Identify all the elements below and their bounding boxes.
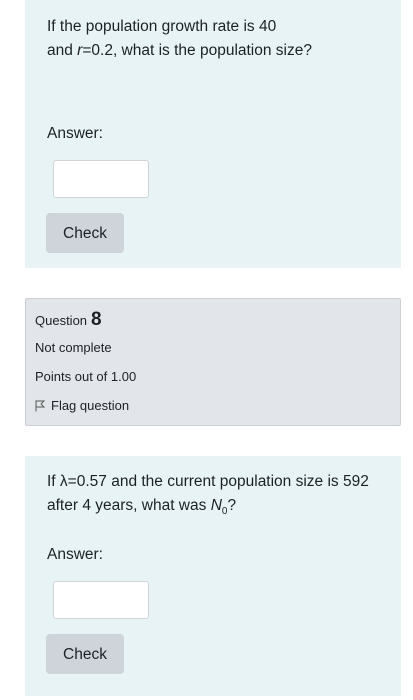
question-7-text: If the population growth rate is 40 and … <box>47 15 383 63</box>
question-grade: Points out of 1.00 <box>35 369 137 384</box>
variable-n: N <box>210 497 222 514</box>
question-7-check-button[interactable]: Check <box>46 213 124 253</box>
question-7-text-line1: If the population growth rate is 40 <box>47 18 277 35</box>
question-8-text-mid: =0.57 and the current population size is… <box>47 473 369 514</box>
question-state: Not complete <box>35 340 112 355</box>
question-8-answer-input[interactable] <box>53 581 149 619</box>
question-7-content: If the population growth rate is 40 and … <box>25 0 401 268</box>
question-8-text-end: ? <box>227 497 237 514</box>
flag-question-link[interactable]: Flag question <box>35 398 129 413</box>
question-8-check-button[interactable]: Check <box>46 634 124 674</box>
question-8-text-pre: If <box>47 473 60 490</box>
question-label: Question <box>35 313 88 328</box>
question-7-text-line2-pre: and <box>47 42 78 59</box>
question-7-text-line2-post: =0.2, what is the population size? <box>82 42 312 59</box>
question-7-answer-label: Answer: <box>47 125 103 142</box>
lambda-symbol: λ <box>59 473 68 490</box>
question-8-content: If λ=0.57 and the current population siz… <box>25 456 401 696</box>
question-number-value: 8 <box>91 309 102 330</box>
question-number: Question 8 <box>35 309 102 331</box>
flag-question-label: Flag question <box>51 398 130 413</box>
question-8-info-panel: Question 8 Not complete Points out of 1.0… <box>25 298 401 426</box>
question-8-answer-label: Answer: <box>47 546 103 563</box>
question-8-text: If λ=0.57 and the current population siz… <box>47 470 383 524</box>
question-7-answer-input[interactable] <box>53 160 149 198</box>
flag-icon <box>35 400 46 412</box>
